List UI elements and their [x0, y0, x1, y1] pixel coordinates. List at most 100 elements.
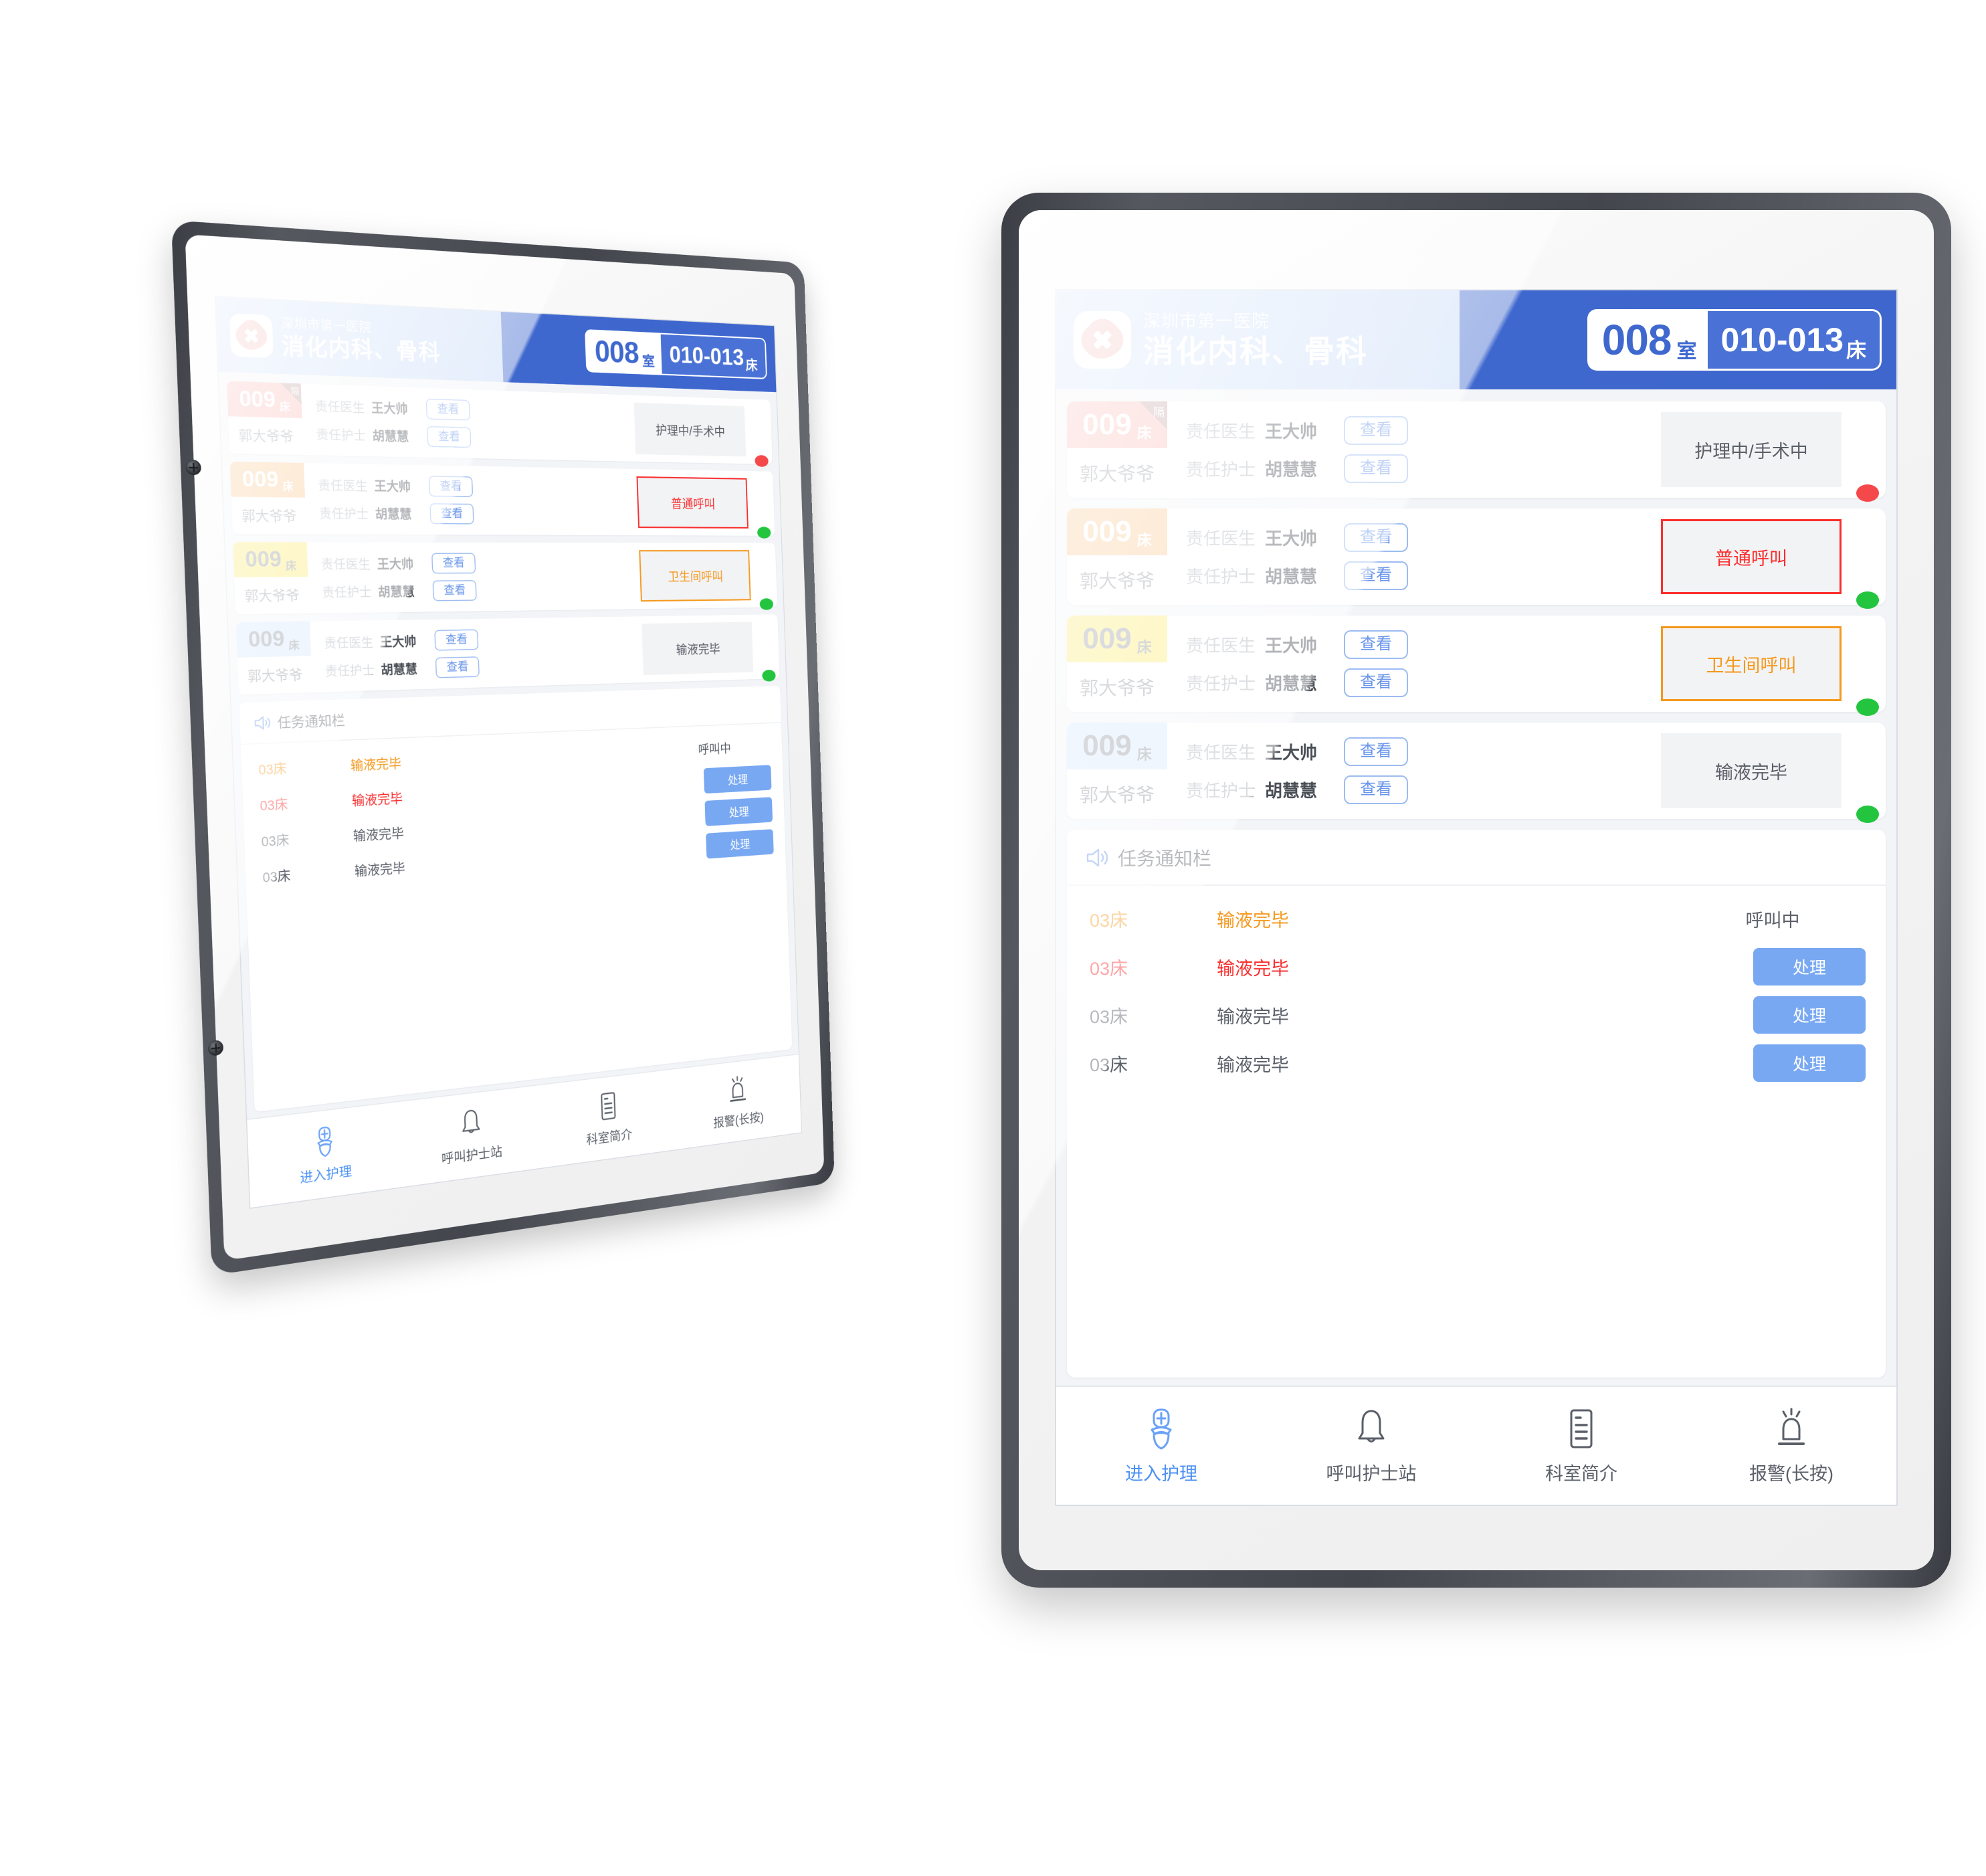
patient-card[interactable]: 009 床 郭大爷爷 责任医生 王大帅 查看 责任护士 胡慧慧 查看 普通呼叫: [1067, 508, 1886, 609]
task-bed-label: 03床: [1090, 1006, 1128, 1027]
patient-card[interactable]: 009 床 郭大爷爷 责任医生 王大帅 查看 责任护士 胡慧慧 查看 输液完毕: [235, 614, 780, 695]
nurse-row: 责任护士 胡慧慧 查看: [1186, 454, 1661, 483]
nav-item-label: 进入护理: [1125, 1463, 1197, 1484]
doctor-row: 责任医生 王大帅 查看: [1186, 630, 1661, 659]
app-body: 009 床 隔 郭大爷爷 责任医生 王大帅 查看 责任护士 胡慧慧 查看 护理中…: [218, 371, 799, 1119]
nav-item-bell[interactable]: 呼叫护士站: [399, 1099, 542, 1173]
view-nurse-button[interactable]: 查看: [1344, 454, 1408, 483]
hospital-logo: [1074, 311, 1131, 369]
handle-task-button[interactable]: 处理: [1753, 1044, 1866, 1082]
view-nurse-button[interactable]: 查看: [427, 426, 472, 448]
patient-name: 郭大爷爷: [237, 656, 312, 695]
view-doctor-button[interactable]: 查看: [1344, 630, 1408, 659]
doctor-row: 责任医生 王大帅 查看: [324, 626, 643, 653]
department-name: 消化内科、骨科: [1143, 333, 1368, 369]
handle-task-button[interactable]: 处理: [1753, 948, 1866, 986]
patient-status-box[interactable]: 输液完毕: [1661, 733, 1842, 808]
nurse-role-label: 责任护士: [1186, 459, 1256, 480]
staff-block: 责任医生 王大帅 查看 责任护士 胡慧慧 查看: [310, 616, 643, 692]
nav-item-nurse[interactable]: 进入护理: [247, 1117, 401, 1194]
nurse-role-label: 责任护士: [324, 662, 375, 679]
nav-item-nurse[interactable]: 进入护理: [1056, 1407, 1266, 1485]
doctor-name: 王大帅: [1265, 421, 1318, 442]
view-nurse-button[interactable]: 查看: [1344, 775, 1408, 804]
patient-card[interactable]: 009 床 郭大爷爷 责任医生 王大帅 查看 责任护士 胡慧慧 查看 卫生间呼叫: [1067, 616, 1886, 716]
view-doctor-button[interactable]: 查看: [431, 553, 476, 574]
view-doctor-button[interactable]: 查看: [434, 629, 479, 651]
view-doctor-button[interactable]: 查看: [1344, 416, 1408, 445]
bed-tag: 009 床: [1067, 616, 1167, 662]
nurse-role-label: 责任护士: [1186, 673, 1256, 694]
view-nurse-button[interactable]: 查看: [429, 503, 474, 525]
doctor-row: 责任医生 王大帅 查看: [1186, 523, 1661, 552]
nurse-name: 胡慧慧: [375, 506, 412, 522]
department-name: 消化内科、骨科: [281, 332, 441, 365]
patient-status-box[interactable]: 护理中/手术中: [633, 402, 747, 457]
bed-range-unit-label: 床: [745, 357, 758, 373]
nurse-name: 胡慧慧: [1265, 566, 1318, 587]
handle-task-button[interactable]: 处理: [703, 765, 772, 794]
handle-task-button[interactable]: 处理: [1753, 996, 1866, 1034]
patient-card[interactable]: 009 床 郭大爷爷 责任医生 王大帅 查看 责任护士 胡慧慧 查看 输液完毕: [1067, 723, 1886, 823]
status-dot: [1856, 591, 1879, 609]
patient-status-box[interactable]: 卫生间呼叫: [639, 550, 751, 602]
handle-task-button[interactable]: 处理: [706, 829, 774, 859]
room-bed-badge: 008 室 010-013 床: [1587, 309, 1882, 371]
nav-item-document[interactable]: 科室简介: [1476, 1407, 1686, 1485]
doctor-row: 责任医生 王大帅 查看: [318, 474, 637, 499]
bed-tag: 009 床: [1067, 723, 1167, 769]
hospital-logo: [229, 313, 274, 359]
handle-task-button[interactable]: 处理: [704, 797, 773, 826]
isolation-badge-label: 隔: [290, 386, 300, 397]
patient-status-box[interactable]: 普通呼叫: [1661, 519, 1842, 594]
task-notification-panel: 任务通知栏 03床 输液完毕 呼叫中 03床 输液完毕 处理 03床 输液完毕 …: [239, 685, 793, 1113]
patient-card[interactable]: 009 床 郭大爷爷 责任医生 王大帅 查看 责任护士 胡慧慧 查看 卫生间呼叫: [233, 542, 777, 615]
bed-tag: 009 床: [229, 461, 305, 498]
bed-tag: 009 床 隔: [1067, 401, 1167, 448]
nurse-row: 责任护士 胡慧慧 查看: [324, 652, 643, 681]
view-nurse-button[interactable]: 查看: [435, 656, 480, 678]
nurse-role-label: 责任护士: [316, 427, 367, 444]
nav-item-label: 报警(长按): [1749, 1463, 1833, 1484]
patient-card[interactable]: 009 床 隔 郭大爷爷 责任医生 王大帅 查看 责任护士 胡慧慧 查看 护理中…: [227, 381, 773, 467]
view-doctor-button[interactable]: 查看: [425, 398, 471, 421]
status-dot: [1856, 484, 1879, 502]
patient-status-box[interactable]: 输液完毕: [641, 622, 754, 676]
nurse-name: 胡慧慧: [1265, 459, 1318, 480]
patient-status-box[interactable]: 卫生间呼叫: [1661, 626, 1842, 701]
nav-item-label: 科室简介: [1545, 1463, 1617, 1484]
bed-block: 009 床 郭大爷爷: [1067, 616, 1167, 712]
view-nurse-button[interactable]: 查看: [432, 580, 477, 601]
bed-block: 009 床 郭大爷爷: [229, 461, 307, 535]
view-doctor-button[interactable]: 查看: [1344, 737, 1408, 766]
nav-item-bell[interactable]: 呼叫护士站: [1266, 1407, 1476, 1485]
nav-item-label: 呼叫护士站: [441, 1144, 503, 1167]
view-nurse-button[interactable]: 查看: [1344, 668, 1408, 697]
nav-item-alarm-light[interactable]: 报警(长按): [674, 1068, 801, 1136]
doctor-role-label: 责任医生: [318, 478, 368, 494]
patient-status-box[interactable]: 护理中/手术中: [1661, 412, 1842, 487]
nav-item-alarm-light[interactable]: 报警(长按): [1686, 1407, 1896, 1485]
patient-status-box[interactable]: 普通呼叫: [636, 476, 749, 529]
nav-item-document[interactable]: 科室简介: [540, 1083, 675, 1154]
doctor-name: 王大帅: [1265, 743, 1318, 763]
doctor-row: 责任医生 王大帅 查看: [1186, 737, 1661, 766]
hospital-title-group: 深圳市第一医院 消化内科、骨科: [281, 316, 441, 365]
doctor-role-label: 责任医生: [320, 557, 371, 572]
view-doctor-button[interactable]: 查看: [428, 476, 474, 497]
nurse-icon: [309, 1123, 341, 1159]
task-row-list: 03床 输液完毕 呼叫中 03床 输液完毕 处理 03床 输液完毕 处理 03床…: [1067, 886, 1886, 1084]
patient-card[interactable]: 009 床 郭大爷爷 责任医生 王大帅 查看 责任护士 胡慧慧 查看 普通呼叫: [229, 461, 775, 539]
nurse-role-label: 责任护士: [1186, 780, 1256, 801]
speaker-icon: [254, 715, 271, 731]
patient-name: 郭大爷爷: [1067, 448, 1167, 498]
task-row: 03床 输液完毕 呼叫中: [1090, 898, 1866, 939]
status-dot: [759, 598, 774, 610]
patient-card[interactable]: 009 床 隔 郭大爷爷 责任医生 王大帅 查看 责任护士 胡慧慧 查看 护理中…: [1067, 401, 1886, 502]
bed-tag: 009 床 隔: [227, 381, 302, 419]
view-doctor-button[interactable]: 查看: [1344, 523, 1408, 552]
bed-unit-label: 床: [1136, 639, 1152, 656]
view-nurse-button[interactable]: 查看: [1344, 561, 1408, 590]
bed-unit-label: 床: [1136, 532, 1152, 549]
task-message: 输液完毕: [1217, 910, 1289, 931]
